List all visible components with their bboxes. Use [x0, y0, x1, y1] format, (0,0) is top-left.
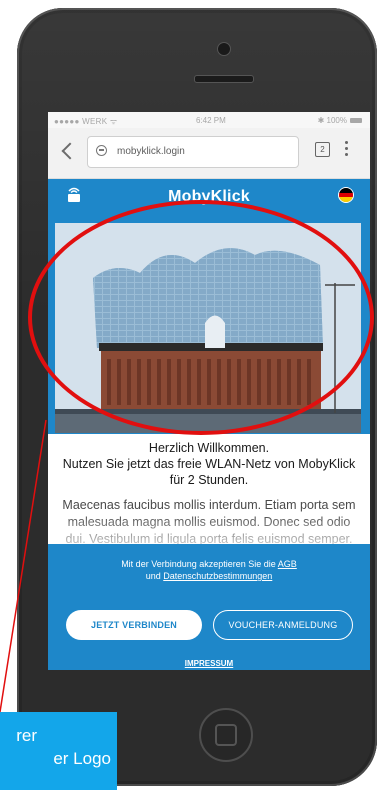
callout-line-1: rer	[16, 726, 37, 745]
back-arrow-icon[interactable]	[61, 142, 79, 160]
welcome-panel: Herzlich Willkommen. Nutzen Sie jetzt da…	[48, 434, 370, 554]
terms-notice: Mit der Verbindung akzeptieren Sie die A…	[48, 558, 370, 582]
battery-icon	[350, 118, 362, 124]
front-camera	[217, 42, 231, 56]
language-flag-icon[interactable]	[338, 187, 354, 203]
welcome-heading: Herzlich Willkommen.	[148, 441, 270, 455]
impressum-link[interactable]: IMPRESSUM	[48, 659, 370, 668]
privacy-link[interactable]: Datenschutzbestimmungen	[163, 571, 272, 581]
terms-prefix: Mit der Verbindung akzeptieren Sie die	[121, 559, 278, 569]
browser-toolbar: mobyklick.login 2	[48, 128, 370, 179]
home-square-icon	[215, 724, 237, 746]
clock: 6:42 PM	[196, 116, 226, 125]
callout-line-2: er Logo	[53, 749, 111, 768]
voucher-login-button[interactable]: VOUCHER-ANMELDUNG	[213, 610, 353, 640]
battery-indicator: ✱ 100%	[318, 116, 362, 125]
url-text: mobyklick.login	[117, 146, 185, 157]
annotation-ellipse	[28, 200, 374, 435]
annotation-callout: rer er Logo	[0, 712, 117, 790]
agb-link[interactable]: AGB	[278, 559, 297, 569]
more-menu-icon[interactable]	[345, 141, 348, 159]
welcome-text: Herzlich Willkommen. Nutzen Sie jetzt da…	[56, 440, 362, 488]
welcome-subheading: Nutzen Sie jetzt das freie WLAN-Netz von…	[62, 457, 356, 487]
carrier-label: ●●●●● WERK ᯤ	[54, 117, 118, 126]
connect-panel: Mit der Verbindung akzeptieren Sie die A…	[48, 544, 370, 670]
connect-button[interactable]: JETZT VERBINDEN	[66, 610, 202, 640]
home-button[interactable]	[199, 708, 253, 762]
terms-and: und	[145, 571, 164, 581]
status-bar: ●●●●● WERK ᯤ 6:42 PM ✱ 100%	[48, 112, 370, 128]
globe-icon	[96, 145, 107, 156]
earpiece-speaker	[194, 75, 254, 83]
tab-count-button[interactable]: 2	[315, 142, 330, 157]
address-bar[interactable]: mobyklick.login	[87, 136, 299, 168]
battery-label: ✱ 100%	[317, 116, 347, 125]
